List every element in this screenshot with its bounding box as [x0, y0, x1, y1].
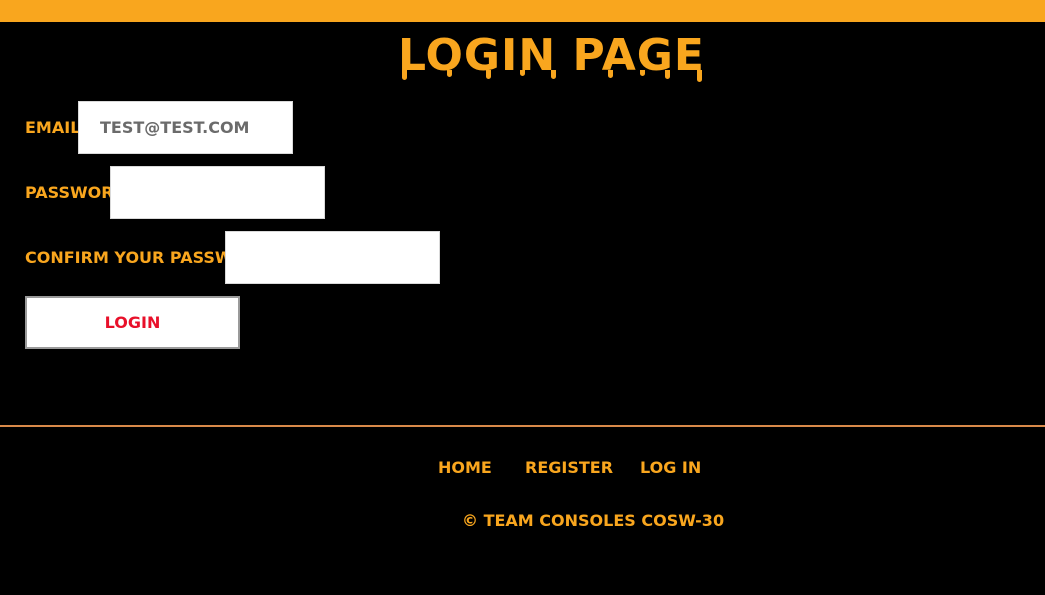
- title-drip: [665, 70, 670, 79]
- login-button[interactable]: Login: [25, 296, 240, 349]
- password-field[interactable]: [110, 166, 325, 219]
- footer-link-register[interactable]: Register: [525, 458, 613, 478]
- title-drip: [402, 70, 407, 80]
- email-field[interactable]: [78, 101, 293, 154]
- footer-divider: [0, 425, 1045, 427]
- title-drip: [486, 70, 491, 79]
- title-drip: [697, 70, 702, 82]
- title-drip: [520, 70, 525, 76]
- title-drip: [447, 70, 452, 77]
- footer-link-login[interactable]: Log In: [640, 458, 701, 478]
- copyright-text: © Team Consoles COSW-30: [462, 511, 725, 530]
- top-accent-bar: [0, 0, 1045, 22]
- title-drip: [551, 70, 556, 79]
- title-drip: [608, 70, 613, 78]
- footer-link-home[interactable]: Home: [438, 458, 492, 478]
- title-drip: [640, 70, 645, 76]
- confirm-password-field[interactable]: [225, 231, 440, 284]
